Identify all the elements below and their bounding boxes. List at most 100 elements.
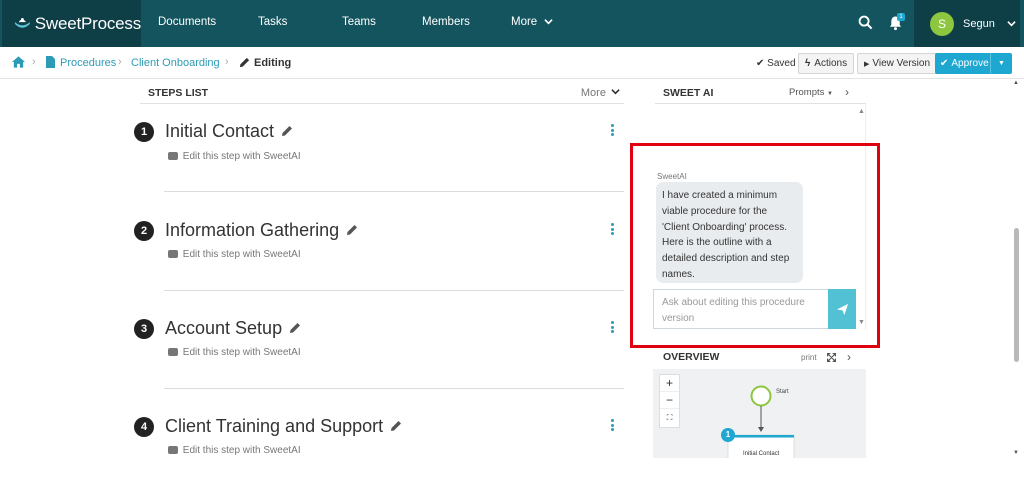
step-menu-icon[interactable] <box>611 124 615 136</box>
pencil-icon[interactable] <box>346 224 358 236</box>
chevron-right-icon[interactable]: › <box>847 350 851 364</box>
chevron-down-icon <box>1007 21 1016 27</box>
bolt-icon: ϟ <box>805 58 811 69</box>
overview-header: OVERVIEW print › <box>655 348 866 368</box>
step-divider <box>164 388 624 389</box>
notifications-button[interactable]: 1 <box>888 13 906 33</box>
scroll-up-icon[interactable]: ▲ <box>858 108 865 115</box>
step-menu-icon[interactable] <box>611 223 615 235</box>
actions-label: Actions <box>814 58 848 69</box>
caret-down-icon: ▼ <box>998 60 1005 67</box>
prompts-dropdown[interactable]: Prompts ▼ <box>789 87 833 98</box>
robot-icon <box>168 446 178 454</box>
steps-more-label: More <box>580 87 606 99</box>
step-number: 2 <box>134 221 154 241</box>
sweet-ai-header: SWEET AI Prompts ▼ › <box>655 82 866 104</box>
highlight-box <box>630 143 880 348</box>
search-icon[interactable] <box>858 15 873 30</box>
nav-members[interactable]: Members <box>422 16 470 28</box>
step-title-text: Account Setup <box>165 318 283 338</box>
overview-diagram[interactable]: + − ⛶ Start 1 Initial Contact <box>653 369 866 458</box>
user-menu[interactable]: S Segun <box>914 0 1020 47</box>
actions-button[interactable]: ϟ Actions <box>798 53 855 74</box>
step-title-text: Client Training and Support <box>165 416 384 436</box>
step-divider <box>164 191 624 192</box>
edit-step-with-ai-label: Edit this step with SweetAI <box>182 445 301 456</box>
edit-step-with-ai-link[interactable]: Edit this step with SweetAI <box>168 445 301 456</box>
step-title[interactable]: Information Gathering <box>165 220 358 241</box>
flow-step-number: 1 <box>721 428 735 442</box>
logo[interactable]: SweetProcess <box>2 0 141 47</box>
approve-button[interactable]: ✔ Approve <box>935 53 997 74</box>
edit-step-with-ai-link[interactable]: Edit this step with SweetAI <box>168 347 301 358</box>
step-title-text: Initial Contact <box>165 121 275 141</box>
steps-list-header: STEPS LIST More <box>140 82 624 104</box>
user-name: Segun <box>963 17 995 30</box>
check-icon: ✔ <box>756 58 765 69</box>
prompts-label: Prompts <box>789 87 825 98</box>
robot-icon <box>168 152 178 160</box>
chevron-right-icon[interactable]: › <box>845 85 849 99</box>
pencil-icon[interactable] <box>390 420 402 432</box>
step-number: 3 <box>134 319 154 339</box>
sweet-ai-title: SWEET AI <box>663 87 714 99</box>
scroll-down-arrow-icon[interactable]: ▼ <box>1013 450 1019 456</box>
edit-step-with-ai-link[interactable]: Edit this step with SweetAI <box>168 151 301 162</box>
nav-documents[interactable]: Documents <box>158 16 216 28</box>
step-title[interactable]: Account Setup <box>165 318 301 339</box>
notification-badge: 1 <box>897 13 905 21</box>
step-title[interactable]: Initial Contact <box>165 121 293 142</box>
nav-more[interactable]: More <box>511 16 554 28</box>
breadcrumb-procedures[interactable]: Procedures <box>60 57 116 69</box>
saved-status: ✔ Saved <box>756 58 796 69</box>
chevron-down-icon <box>611 89 620 95</box>
pencil-icon[interactable] <box>289 322 301 334</box>
breadcrumb-current: Editing <box>254 57 292 69</box>
steps-list-title: STEPS LIST <box>148 87 209 99</box>
play-icon: ▶ <box>864 60 870 68</box>
edit-step-with-ai-label: Edit this step with SweetAI <box>182 249 301 260</box>
overview-title: OVERVIEW <box>663 351 720 363</box>
breadcrumb-separator: › <box>225 56 229 68</box>
breadcrumb-separator: › <box>118 56 122 68</box>
pencil-icon <box>239 57 250 68</box>
sweetprocess-logo-icon <box>14 17 30 28</box>
start-label: Start <box>776 389 789 395</box>
steps-more-button[interactable]: More <box>581 87 620 99</box>
pencil-icon[interactable] <box>281 125 293 137</box>
breadcrumb-client-onboarding[interactable]: Client Onboarding <box>131 57 220 69</box>
scroll-up-arrow-icon[interactable]: ▲ <box>1013 80 1019 86</box>
expand-icon[interactable] <box>827 353 836 362</box>
avatar: S <box>930 11 954 36</box>
breadcrumb-separator: › <box>32 56 36 68</box>
approve-dropdown-button[interactable]: ▼ <box>990 53 1012 74</box>
approve-label: Approve <box>951 58 989 69</box>
scrollbar-thumb[interactable] <box>1014 228 1019 362</box>
nav-tasks[interactable]: Tasks <box>258 16 287 28</box>
flow-step-label: Initial Contact <box>743 451 780 457</box>
robot-icon <box>168 250 178 258</box>
nav-more-label: More <box>511 16 538 28</box>
home-icon[interactable] <box>12 56 25 68</box>
flowchart <box>727 385 795 458</box>
logo-text: SweetProcess <box>34 13 141 33</box>
chevron-down-icon <box>544 19 554 25</box>
step-number: 4 <box>134 417 154 437</box>
edit-step-with-ai-link[interactable]: Edit this step with SweetAI <box>168 249 301 260</box>
document-icon <box>46 56 55 68</box>
step-number: 1 <box>134 122 154 142</box>
breadcrumb-bar: › Procedures › Client Onboarding › Editi… <box>0 47 1024 79</box>
step-menu-icon[interactable] <box>611 321 615 333</box>
top-navigation: SweetProcess Documents Tasks Teams Membe… <box>0 0 1024 47</box>
caret-down-icon: ▼ <box>827 91 833 97</box>
check-icon: ✔ <box>940 58 949 69</box>
saved-label: Saved <box>767 58 796 69</box>
nav-teams[interactable]: Teams <box>342 16 376 28</box>
step-divider <box>164 290 624 291</box>
start-node-icon <box>750 385 772 407</box>
view-version-button[interactable]: ▶ View Version <box>857 53 938 74</box>
print-link[interactable]: print <box>801 353 817 362</box>
robot-icon <box>168 348 178 356</box>
step-title[interactable]: Client Training and Support <box>165 416 402 437</box>
step-menu-icon[interactable] <box>611 419 615 431</box>
